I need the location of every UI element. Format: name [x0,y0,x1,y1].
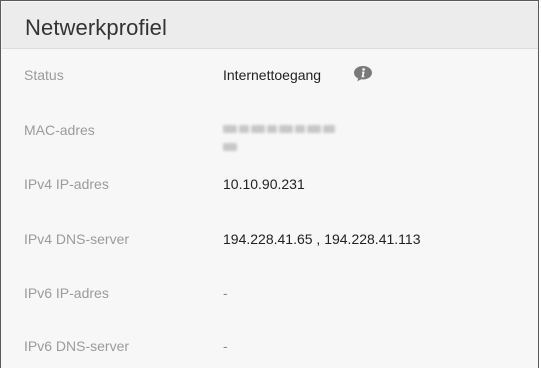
mac-address-label: MAC-adres [24,122,95,138]
ipv6-dns-value: - [223,338,228,354]
panel-header: Netwerkprofiel [2,2,538,49]
row-ipv6-address: IPv6 IP-adres - [1,285,537,305]
ipv4-dns-label: IPv4 DNS-server [24,231,130,247]
ipv6-dns-label: IPv6 DNS-server [24,338,130,354]
row-ipv4-address: IPv4 IP-adres 10.10.90.231 [1,176,537,196]
ipv4-address-value: 10.10.90.231 [223,176,305,192]
mac-address-value-redacted [223,125,351,151]
info-icon[interactable] [353,65,373,82]
row-status: Status Internettoegang [1,65,537,87]
status-label: Status [24,67,64,83]
network-profile-panel: Netwerkprofiel Status Internettoegang MA… [0,0,539,368]
status-value: Internettoegang [223,67,322,83]
ipv4-dns-value: 194.228.41.65 , 194.228.41.113 [223,231,421,247]
ipv4-address-label: IPv4 IP-adres [24,176,109,192]
row-mac-address: MAC-adres [1,122,537,151]
panel-title: Netwerkprofiel [25,15,168,40]
row-ipv4-dns: IPv4 DNS-server 194.228.41.65 , 194.228.… [1,231,537,251]
row-ipv6-dns: IPv6 DNS-server - [1,338,537,358]
ipv6-address-value: - [223,285,228,301]
ipv6-address-label: IPv6 IP-adres [24,285,109,301]
